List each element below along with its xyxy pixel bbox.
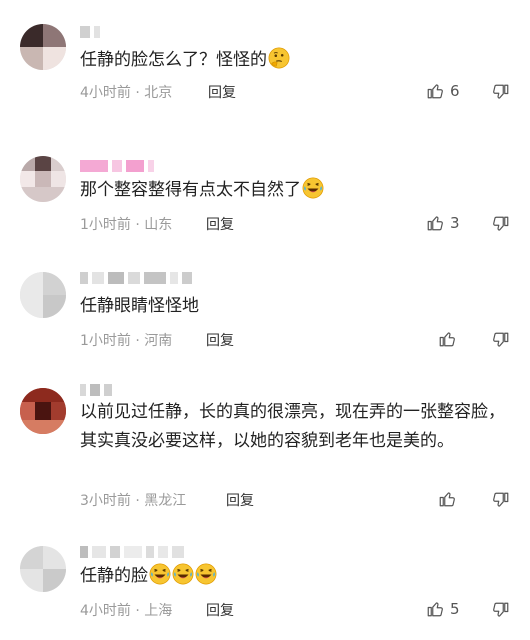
thumbs-down-icon[interactable] [492,601,510,619]
username-blurred[interactable] [80,26,100,38]
comment-item: 以前见过任静，长的真的很漂亮，现在弄的一张整容脸，其实真没必要这样，以她的容貌到… [0,378,530,518]
comment-item: 任静的脸怎么了？怪怪的 4小时前 · 北京 回复 6 [0,0,530,120]
avatar[interactable] [20,388,66,434]
comment-text: 那个整容整得有点太不自然了 [80,176,500,205]
thumbs-up-icon [438,330,456,348]
avatar[interactable] [20,272,66,318]
reply-button[interactable]: 回复 [206,214,234,234]
comment-text: 任静的脸怎么了？怪怪的 [80,46,500,75]
thumbs-up-icon [426,82,444,100]
thumbs-up-icon [426,214,444,232]
reply-button[interactable]: 回复 [208,82,236,102]
comment-meta: 1小时前 · 河南 [80,333,173,349]
thinking-face-emoji [268,47,290,69]
comment-text: 以前见过任静，长的真的很漂亮，现在弄的一张整容脸，其实真没必要这样，以她的容貌到… [80,402,505,451]
like-button[interactable] [438,490,456,508]
avatar[interactable] [20,24,66,70]
comment-item: 任静的脸 4小时前 · 上海 回复 5 [0,536,530,640]
username-blurred[interactable] [80,384,112,396]
thumbs-down-icon[interactable] [492,331,510,349]
comment-item: 任静眼睛怪怪地 1小时前 · 河南 回复 [0,262,530,362]
username-blurred[interactable] [80,272,192,284]
laughing-crying-emoji [172,563,194,585]
thumbs-down-icon[interactable] [492,491,510,509]
laughing-crying-emoji [195,563,217,585]
reply-button[interactable]: 回复 [206,600,234,620]
comment-meta: 4小时前 · 北京 [80,85,173,101]
like-count: 6 [450,82,460,100]
thumbs-down-icon[interactable] [492,83,510,101]
laughing-crying-emoji [302,177,324,199]
like-count: 5 [450,600,460,618]
comment-meta: 4小时前 · 上海 [80,603,173,619]
laughing-crying-emoji [149,563,171,585]
like-count: 3 [450,214,460,232]
avatar[interactable] [20,156,66,202]
like-button[interactable]: 5 [426,600,460,618]
thumbs-down-icon[interactable] [492,215,510,233]
avatar[interactable] [20,546,66,592]
like-button[interactable]: 3 [426,214,460,232]
comment-item: 那个整容整得有点太不自然了 1小时前 · 山东 回复 3 [0,140,530,260]
comment-text: 任静眼睛怪怪地 [80,296,199,316]
comment-meta: 3小时前 · 黑龙江 [80,493,187,509]
username-blurred[interactable] [80,546,184,558]
comment-text: 任静的脸 [80,562,500,591]
comment-meta: 1小时前 · 山东 [80,217,173,233]
username-blurred[interactable] [80,160,154,172]
like-button[interactable] [438,330,456,348]
thumbs-up-icon [438,490,456,508]
thumbs-up-icon [426,600,444,618]
reply-button[interactable]: 回复 [226,490,254,510]
like-button[interactable]: 6 [426,82,460,100]
reply-button[interactable]: 回复 [206,330,234,350]
